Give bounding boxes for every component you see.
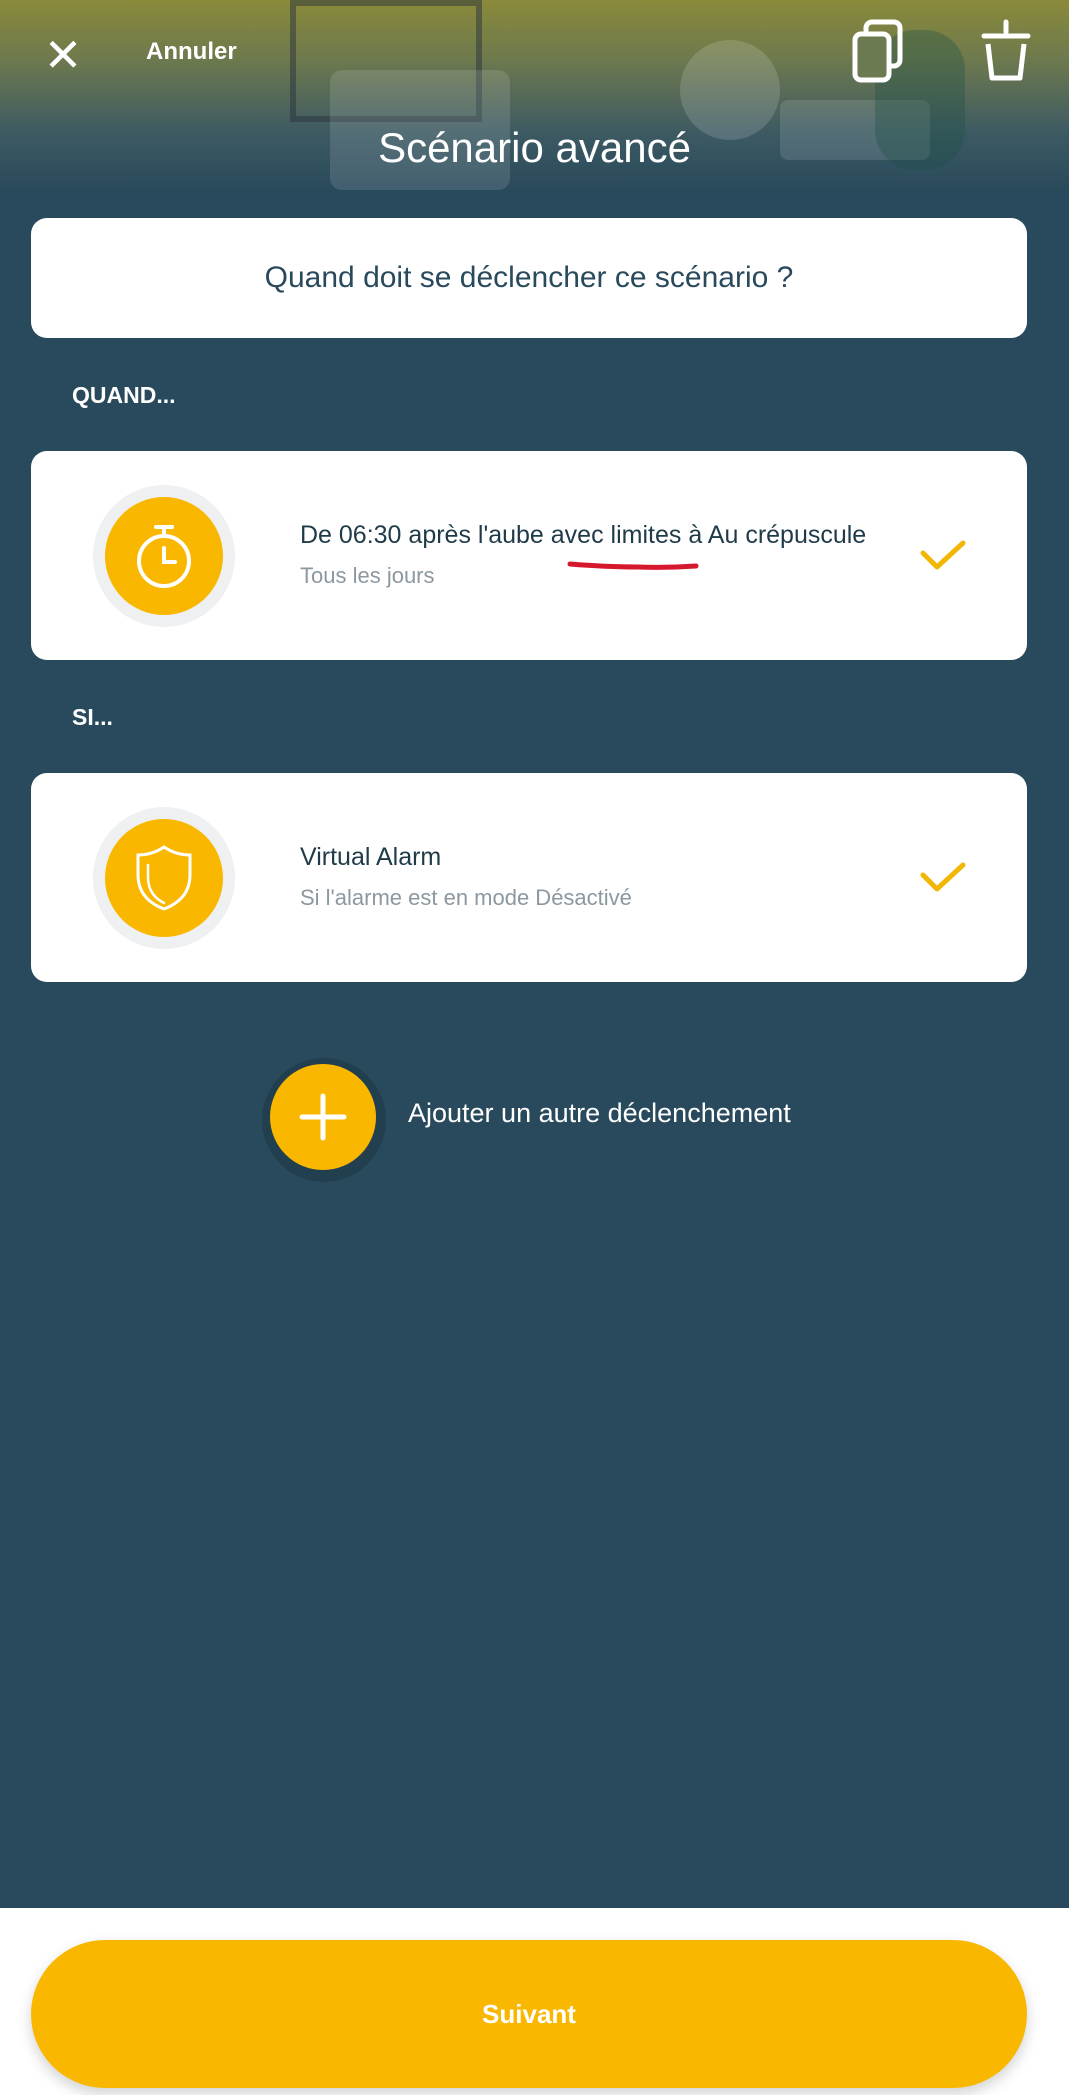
plus-icon[interactable] — [270, 1064, 376, 1170]
question-card: Quand doit se déclencher ce scénario ? — [31, 218, 1027, 338]
cancel-button[interactable]: Annuler — [146, 38, 237, 66]
close-icon[interactable]: ✕ — [38, 30, 88, 80]
trash-icon[interactable] — [978, 18, 1034, 84]
section-label-when: QUAND... — [72, 382, 176, 408]
copy-icon[interactable] — [850, 18, 906, 84]
shield-icon — [105, 819, 223, 937]
if-condition-card[interactable]: Virtual Alarm Si l'alarme est en mode Dé… — [31, 773, 1027, 982]
if-condition-subtitle: Si l'alarme est en mode Désactivé — [300, 885, 632, 910]
annotation-underline — [567, 558, 699, 572]
section-label-if: SI... — [72, 704, 113, 730]
check-icon — [919, 535, 967, 575]
check-icon — [919, 857, 967, 897]
add-trigger-button[interactable]: Ajouter un autre déclenchement — [408, 1098, 791, 1129]
page-title: Scénario avancé — [378, 124, 691, 171]
timer-icon — [105, 497, 223, 615]
when-trigger-card[interactable]: De 06:30 après l'aube avec limites à Au … — [31, 451, 1027, 660]
if-condition-title: Virtual Alarm — [300, 843, 442, 871]
next-button[interactable]: Suivant — [31, 1940, 1027, 2088]
when-trigger-subtitle: Tous les jours — [300, 563, 435, 588]
when-trigger-title: De 06:30 après l'aube avec limites à Au … — [300, 521, 867, 549]
